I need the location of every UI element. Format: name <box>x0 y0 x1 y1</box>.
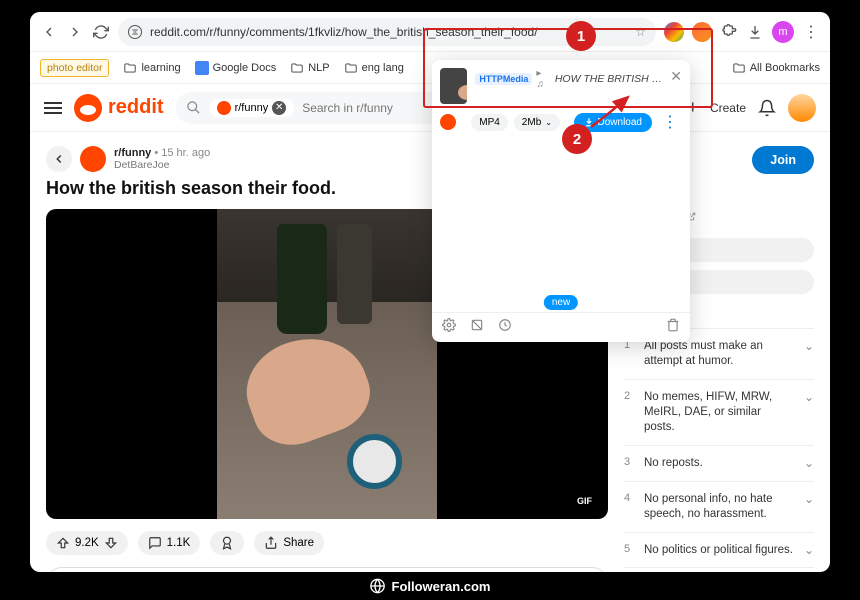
subreddit-link[interactable]: r/funny <box>114 147 151 159</box>
author-link[interactable]: DetBareJoe <box>114 159 210 171</box>
reddit-logo-icon <box>74 94 102 122</box>
post-meta: r/funny • 15 hr. ago DetBareJoe <box>114 147 210 171</box>
upvote-button[interactable]: 9.2K <box>46 531 128 555</box>
settings-icon[interactable] <box>442 318 456 337</box>
browser-menu-icon[interactable]: ⋮ <box>802 23 820 41</box>
chevron-down-icon: ⌄ <box>804 390 814 404</box>
chip-close-icon[interactable]: ✕ <box>272 101 286 115</box>
profile-avatar[interactable]: m <box>772 21 794 43</box>
downloads-icon[interactable] <box>746 23 764 41</box>
annotation-marker-2: 2 <box>562 124 592 154</box>
bookmark-nlp[interactable]: NLP <box>290 61 329 75</box>
comments-button[interactable]: 1.1K <box>138 531 201 555</box>
chevron-down-icon: ⌄ <box>804 339 814 353</box>
rule-item[interactable]: 6No forbidden titles, low-effort titles,… <box>624 567 814 572</box>
rule-item[interactable]: 2No memes, HIFW, MRW, MeIRL, DAE, or sim… <box>624 379 814 445</box>
format-select[interactable]: MP4 <box>471 114 508 131</box>
chevron-down-icon: ⌄ <box>804 543 814 557</box>
comment-input[interactable]: Add a comment <box>46 567 608 572</box>
back-nav-icon[interactable] <box>40 23 58 41</box>
reload-icon[interactable] <box>92 23 110 41</box>
size-select[interactable]: 2Mb ⌄ <box>514 114 560 131</box>
bookmark-google-docs[interactable]: Google Docs <box>195 61 277 75</box>
all-bookmarks[interactable]: All Bookmarks <box>732 61 820 75</box>
content-area: r/funny • 15 hr. ago DetBareJoe How the … <box>30 132 830 572</box>
chevron-down-icon: ⌄ <box>804 456 814 470</box>
rule-item[interactable]: 3No reposts.⌄ <box>624 445 814 481</box>
watermark: Followeran.com <box>350 572 511 600</box>
award-button[interactable] <box>210 531 244 555</box>
bookmark-learning[interactable]: learning <box>123 61 180 75</box>
bell-icon[interactable] <box>758 99 776 117</box>
new-badge: new <box>544 295 578 310</box>
site-settings-icon[interactable] <box>128 25 142 39</box>
chevron-down-icon: ⌄ <box>804 492 814 506</box>
extensions-puzzle-icon[interactable] <box>720 23 738 41</box>
create-link[interactable]: Create <box>710 101 746 115</box>
video-frame <box>217 209 437 519</box>
forward-nav-icon[interactable] <box>66 23 84 41</box>
rule-item[interactable]: 5No politics or political figures.⌄ <box>624 532 814 568</box>
chip-subreddit-icon <box>217 101 231 115</box>
bookmark-photo-editor[interactable]: photo editor <box>40 59 109 77</box>
hamburger-icon[interactable] <box>44 102 62 114</box>
trash-icon[interactable] <box>666 318 680 337</box>
share-button[interactable]: Share <box>254 531 324 555</box>
extension-source-icon <box>440 114 456 130</box>
gif-badge: GIF <box>571 493 598 509</box>
annotation-marker-1: 1 <box>566 21 596 51</box>
browser-window: reddit.com/r/funny/comments/1fkvliz/how_… <box>30 12 830 572</box>
search-icon <box>186 100 201 115</box>
bookmark-eng-lang[interactable]: eng lang <box>344 61 404 75</box>
download-menu-icon[interactable]: ⋮ <box>658 112 682 132</box>
annotation-arrow <box>586 92 636 132</box>
theme-icon[interactable] <box>470 318 484 337</box>
user-avatar[interactable] <box>788 94 816 122</box>
search-chip[interactable]: r/funny ✕ <box>209 99 295 117</box>
subreddit-avatar[interactable] <box>80 146 106 172</box>
history-icon[interactable] <box>498 318 512 337</box>
join-button[interactable]: Join <box>752 146 814 174</box>
extension-footer <box>432 312 690 342</box>
post-actions: 9.2K 1.1K Share <box>46 531 608 555</box>
back-button[interactable] <box>46 146 72 172</box>
rule-item[interactable]: 4No personal info, no hate speech, no ha… <box>624 481 814 532</box>
reddit-logo[interactable]: reddit <box>74 94 164 122</box>
